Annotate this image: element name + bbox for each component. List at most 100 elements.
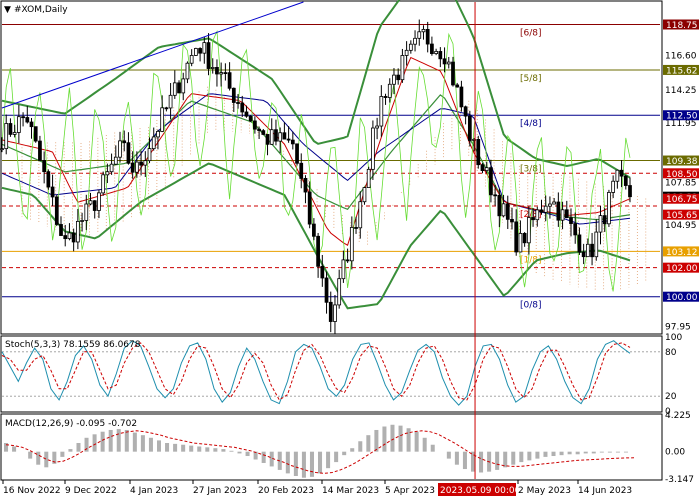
candle-body-83 <box>349 227 354 262</box>
candle-body-68 <box>286 138 291 141</box>
trading-chart[interactable]: [6/8][5/8][4/8][3/8][2/8][1/8][0/8] 97.9… <box>0 0 700 500</box>
candle-body-109 <box>459 86 464 108</box>
candle-body-80 <box>337 278 342 306</box>
price-axis-tick-4: 107.85 <box>665 179 697 189</box>
x-axis-tick-2: 4 Jan 2023 <box>130 486 178 496</box>
stoch-axis-tick-2: 20 <box>665 392 677 402</box>
candle-body-78 <box>328 301 333 322</box>
candle-body-111 <box>467 115 472 141</box>
candle-body-136 <box>573 223 578 236</box>
candle-body-29 <box>122 140 127 144</box>
candle-body-149 <box>628 185 632 198</box>
candle-body-0 <box>0 148 4 151</box>
murrey-level-label-1: [5/8] <box>520 74 542 84</box>
candle-body-107 <box>451 61 455 86</box>
price-badge-label-2: 112.50 <box>666 112 698 122</box>
candle-body-58 <box>244 111 249 117</box>
murrey-level-label-0: [6/8] <box>520 29 542 39</box>
candle-body-23 <box>97 192 101 211</box>
x-axis-tick-5: 14 Mar 2023 <box>322 486 379 496</box>
candle-body-75 <box>316 235 320 267</box>
candle-body-147 <box>619 169 624 177</box>
macd-axis-tick-0: 4.225 <box>665 411 691 421</box>
candle-body-116 <box>489 167 493 196</box>
candle-body-42 <box>177 82 181 94</box>
candle-body-89 <box>375 125 379 129</box>
candle-body-96 <box>404 49 409 56</box>
candle-body-27 <box>113 156 118 165</box>
candle-body-57 <box>240 102 245 113</box>
candle-body-30 <box>126 142 131 164</box>
candle-body-86 <box>362 187 367 203</box>
candle-body-84 <box>354 227 358 229</box>
candle-body-127 <box>535 209 540 221</box>
candle-body-140 <box>590 243 594 258</box>
candle-body-76 <box>320 265 325 279</box>
candle-body-134 <box>564 209 569 219</box>
candle-body-5 <box>21 116 25 119</box>
candle-body-132 <box>556 201 561 221</box>
candle-body-97 <box>408 43 413 51</box>
candle-body-65 <box>274 129 278 142</box>
candle-body-36 <box>151 136 156 150</box>
stoch-axis-tick-0: 100 <box>665 333 682 343</box>
candle-body-67 <box>282 132 287 140</box>
candle-body-128 <box>539 209 544 213</box>
candle-body-16 <box>67 232 72 240</box>
candle-body-2 <box>8 123 13 135</box>
candle-body-14 <box>59 224 63 236</box>
x-axis-tick-9: 14 Jun 2023 <box>578 486 632 496</box>
x-axis-tick-0: 16 Nov 2022 <box>3 486 61 496</box>
candle-body-95 <box>400 55 405 81</box>
candle-body-32 <box>135 161 139 173</box>
candle-body-85 <box>358 201 363 229</box>
candle-body-46 <box>194 48 198 56</box>
candle-body-28 <box>118 140 122 158</box>
candle-body-122 <box>514 221 519 253</box>
candle-body-50 <box>210 66 215 69</box>
candle-body-54 <box>227 72 232 89</box>
candle-body-131 <box>552 201 556 205</box>
candle-body-114 <box>480 164 485 172</box>
candle-body-51 <box>215 66 219 75</box>
price-badge-label-7: 105.65 <box>666 211 698 221</box>
candle-body-126 <box>531 217 535 221</box>
candle-body-91 <box>383 96 388 98</box>
candle-body-125 <box>526 217 531 244</box>
candle-body-93 <box>392 74 396 85</box>
candle-body-146 <box>615 169 620 182</box>
stoch-title: Stoch(5,3,3) 78.1559 86.0678 <box>5 340 141 350</box>
price-badge-label-0: 118.75 <box>666 21 698 31</box>
candle-body-142 <box>598 215 603 233</box>
candle-body-49 <box>206 42 211 69</box>
candle-body-43 <box>181 78 186 94</box>
candle-body-129 <box>543 205 548 213</box>
candle-body-52 <box>219 72 224 75</box>
candle-body-33 <box>139 161 143 166</box>
candle-body-119 <box>501 203 506 217</box>
candle-body-138 <box>581 251 586 258</box>
candle-body-3 <box>12 132 17 135</box>
candle-body-15 <box>63 235 68 240</box>
candle-body-7 <box>29 121 34 128</box>
murrey-level-label-2: [4/8] <box>520 119 542 129</box>
candle-body-104 <box>438 51 443 60</box>
candle-body-69 <box>290 139 295 145</box>
candle-body-56 <box>236 102 240 104</box>
candle-body-4 <box>16 116 21 133</box>
candle-body-108 <box>455 84 460 88</box>
candle-body-21 <box>88 200 93 205</box>
candle-body-70 <box>295 143 299 164</box>
price-badge-label-4: 108.50 <box>666 170 698 180</box>
candle-body-139 <box>585 243 590 258</box>
price-badge-label-10: 100.00 <box>666 293 698 303</box>
candle-body-61 <box>257 128 261 132</box>
candle-body-121 <box>510 218 514 223</box>
candle-body-45 <box>189 55 194 64</box>
candle-body-59 <box>248 115 253 122</box>
candle-body-25 <box>105 171 110 176</box>
candle-body-137 <box>577 234 582 253</box>
candle-body-82 <box>345 259 350 262</box>
macd-title: MACD(12,26,9) -0.095 -0.702 <box>5 419 137 429</box>
price-axis-tick-3: 104.95 <box>665 221 697 231</box>
